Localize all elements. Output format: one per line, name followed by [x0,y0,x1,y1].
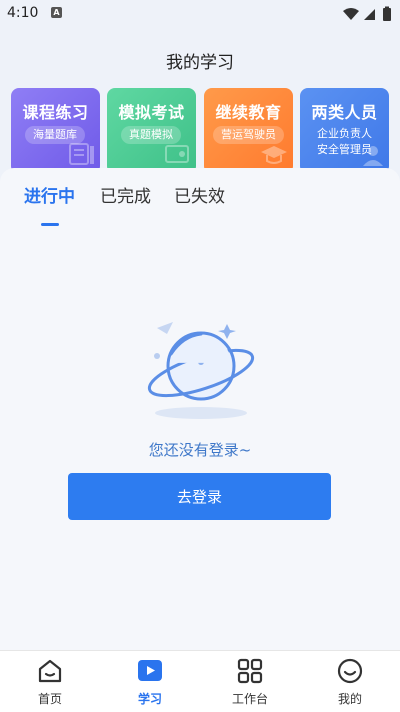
status-bar: 4:10 A [0,0,400,28]
nav-label: 学习 [137,692,162,706]
nav-label: 我的 [337,692,362,706]
card-course-practice[interactable]: 课程练习 海量题库 [11,88,100,174]
play-icon [138,660,162,681]
empty-state-message: 您还没有登录~ [148,441,252,459]
card-two-categories[interactable]: 两类人员 企业负责人 安全管理员 [300,88,389,174]
card-title: 两类人员 [311,103,378,122]
nav-label: 工作台 [231,692,268,706]
tab-completed[interactable]: 已完成 [100,182,151,207]
nav-label: 首页 [37,692,62,706]
certificate-icon [165,145,189,163]
login-button[interactable]: 去登录 [68,473,331,520]
page-title: 我的学习 [166,53,234,73]
card-mock-exam[interactable]: 模拟考试 真题模拟 [107,88,196,174]
signal-icon [364,9,375,20]
card-title: 模拟考试 [118,103,185,122]
card-title: 课程练习 [22,103,89,122]
home-icon [38,659,62,683]
tab-expired[interactable]: 已失效 [174,182,225,207]
card-subtitle: 营运驾驶员 [213,126,284,144]
active-tab-indicator [41,223,59,226]
category-cards: 课程练习 海量题库 模拟考试 真题模拟 继续教育 营运驾驶员 两类人员 企业负责… [11,88,389,174]
person-icon [363,146,383,166]
smile-icon [337,658,363,684]
card-continuing-education[interactable]: 继续教育 营运驾驶员 [204,88,293,174]
planet-illustration [147,322,255,419]
notification-badge: A [51,7,62,18]
nav-item-home[interactable]: 首页 [0,651,100,712]
battery-icon [383,6,391,21]
nav-item-study[interactable]: 学习 [100,651,200,712]
book-icon [69,143,94,165]
grid-icon [237,658,263,684]
bottom-nav: 首页 学习 工作台 我的 [0,650,400,712]
status-time: 4:10 [7,5,39,21]
card-title: 继续教育 [215,103,282,122]
graduation-cap-icon [261,146,287,164]
status-icons [342,6,394,26]
tab-in-progress[interactable]: 进行中 [24,182,75,207]
nav-item-workbench[interactable]: 工作台 [200,651,300,712]
card-subtitle-line1: 企业负责人 [317,127,372,140]
wifi-icon [343,8,359,20]
nav-item-mine[interactable]: 我的 [300,651,400,712]
